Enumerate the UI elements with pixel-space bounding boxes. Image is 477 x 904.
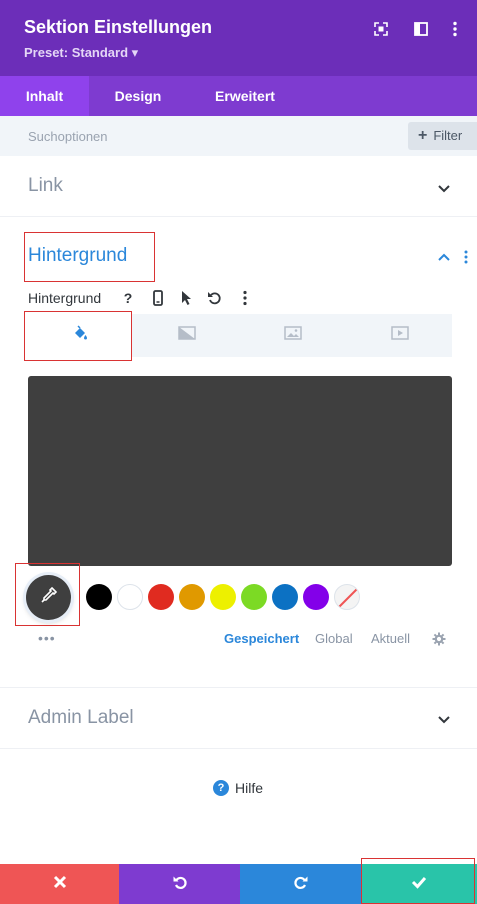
- undo-icon: [172, 874, 188, 895]
- swatch-green[interactable]: [241, 584, 267, 610]
- tab-erweitert[interactable]: Erweitert: [187, 76, 303, 116]
- preset-selector[interactable]: Preset: Standard ▾: [24, 45, 138, 61]
- help-question-icon[interactable]: ?: [119, 289, 137, 307]
- background-field-label: Hintergrund: [28, 290, 102, 306]
- settings-tabs: Inhalt Design Erweitert: [0, 76, 477, 116]
- tab-gradient[interactable]: [135, 314, 239, 357]
- highlight-box: [24, 311, 132, 361]
- search-input[interactable]: Suchoptionen: [28, 129, 108, 144]
- palette-tab-current[interactable]: Aktuell: [371, 631, 410, 646]
- modal-title: Sektion Einstellungen: [24, 17, 213, 37]
- hover-cursor-icon[interactable]: [177, 289, 195, 307]
- highlight-box: [15, 563, 80, 626]
- tab-video[interactable]: [348, 314, 452, 357]
- tab-image[interactable]: [241, 314, 345, 357]
- redo-button[interactable]: [240, 864, 361, 904]
- fullscreen-icon[interactable]: [372, 20, 390, 38]
- close-icon: [53, 875, 67, 894]
- redo-icon: [293, 874, 309, 895]
- svg-text:?: ?: [124, 290, 133, 306]
- chevron-down-icon: [437, 181, 451, 195]
- responsive-phone-icon[interactable]: [149, 289, 167, 307]
- tab-design[interactable]: Design: [89, 76, 187, 116]
- section-link[interactable]: Link: [0, 156, 477, 217]
- section-link-title: Link: [28, 175, 63, 196]
- help-circle-icon: ?: [213, 780, 229, 796]
- filter-button[interactable]: + Filter: [408, 122, 477, 150]
- sidebar-icon[interactable]: [412, 20, 430, 38]
- modal-header: Sektion Einstellungen Preset: Standard ▾: [0, 0, 477, 76]
- reset-icon[interactable]: [206, 289, 224, 307]
- help-link[interactable]: ? Hilfe: [213, 780, 263, 796]
- filter-label: Filter: [433, 128, 463, 143]
- palette-tab-global[interactable]: Global: [315, 631, 353, 646]
- highlight-box: [361, 858, 475, 904]
- more-swatches-icon[interactable]: •••: [38, 630, 56, 646]
- swatch-white[interactable]: [117, 584, 143, 610]
- video-icon: [391, 326, 409, 345]
- gear-icon[interactable]: [432, 632, 446, 651]
- search-bar: Suchoptionen: [0, 116, 477, 156]
- swatch-black[interactable]: [86, 584, 112, 610]
- palette-tab-saved[interactable]: Gespeichert: [224, 631, 299, 646]
- swatch-purple[interactable]: [303, 584, 329, 610]
- more-icon[interactable]: [446, 20, 464, 38]
- gradient-icon: [178, 326, 196, 345]
- options-more-icon[interactable]: [236, 289, 254, 307]
- section-more-icon[interactable]: [459, 250, 473, 264]
- swatch-none[interactable]: [334, 584, 360, 610]
- image-icon: [284, 326, 302, 345]
- tab-inhalt[interactable]: Inhalt: [0, 76, 89, 116]
- undo-button[interactable]: [119, 864, 240, 904]
- swatch-orange[interactable]: [179, 584, 205, 610]
- color-preview[interactable]: [28, 376, 452, 566]
- section-admin-label[interactable]: Admin Label: [0, 688, 477, 749]
- cancel-button[interactable]: [0, 864, 119, 904]
- chevron-down-icon: [437, 712, 451, 726]
- section-admin-label-title: Admin Label: [28, 707, 134, 728]
- swatch-yellow[interactable]: [210, 584, 236, 610]
- swatch-red[interactable]: [148, 584, 174, 610]
- help-label: Hilfe: [235, 780, 264, 796]
- highlight-box: [24, 232, 155, 282]
- swatch-blue[interactable]: [272, 584, 298, 610]
- plus-icon: +: [418, 127, 428, 144]
- chevron-up-icon[interactable]: [437, 250, 451, 264]
